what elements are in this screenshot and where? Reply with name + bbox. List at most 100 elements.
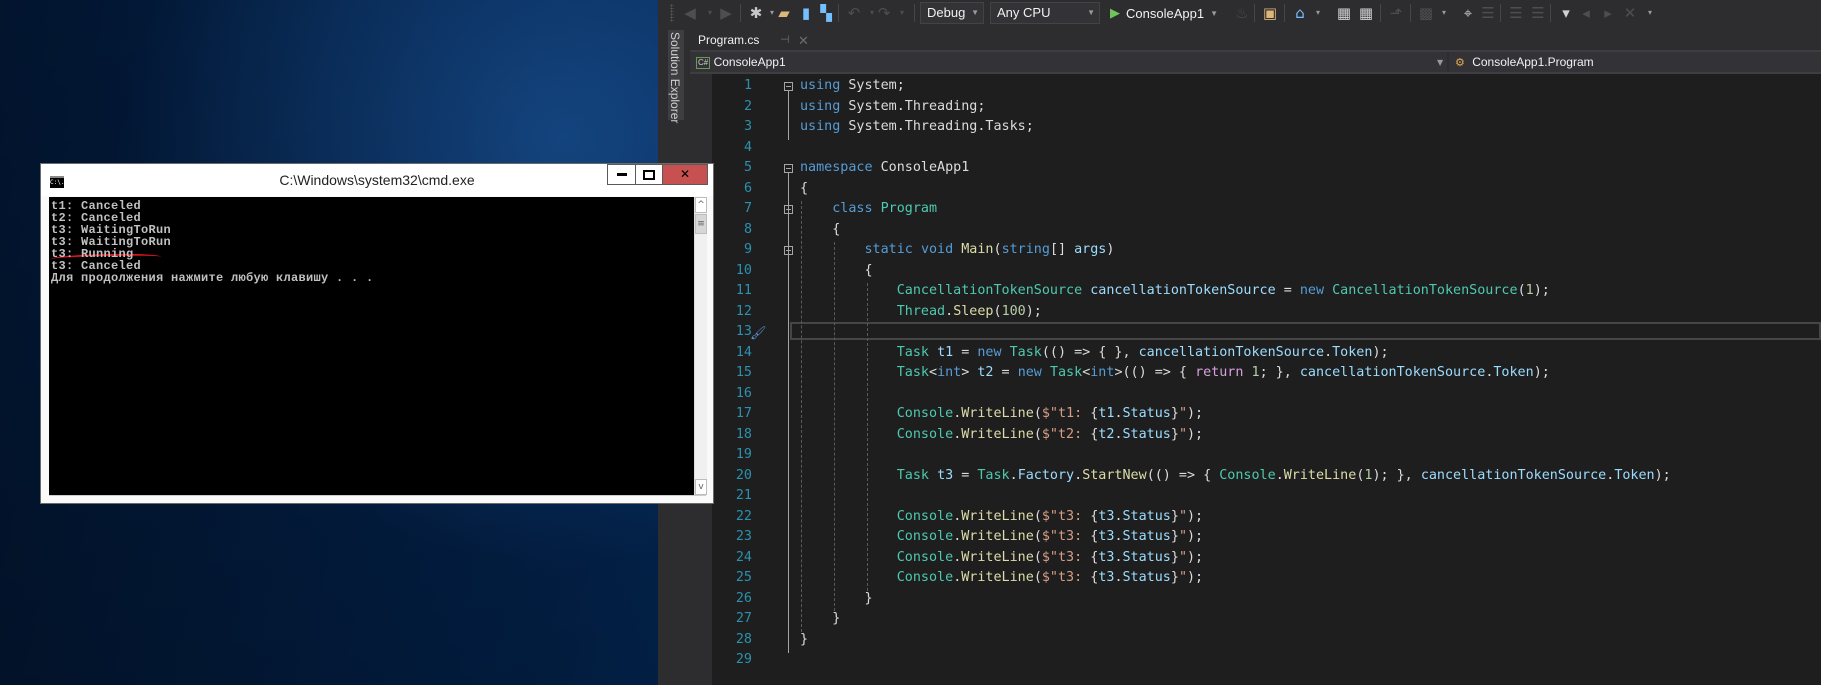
pin-icon[interactable]: ⊣: [780, 30, 790, 51]
code-token: (: [1033, 570, 1042, 585]
scroll-up-icon[interactable]: ^: [695, 197, 707, 213]
code-token: .: [1114, 406, 1123, 421]
code-line[interactable]: 25 Console.WriteLine($"t3: {t3.Status}")…: [712, 568, 1821, 588]
code-line[interactable]: 10 {: [712, 261, 1821, 281]
overflow-icon[interactable]: ▾: [1434, 3, 1454, 23]
save-all-icon[interactable]: ▚: [816, 3, 836, 23]
platform-select[interactable]: Any CPU ▼: [990, 2, 1100, 24]
code-line[interactable]: 4: [712, 138, 1821, 158]
code-token: cancellationTokenSource: [1420, 467, 1607, 483]
code-token: =: [993, 365, 1018, 380]
start-button[interactable]: ▶ ConsoleApp1 ▼: [1110, 2, 1218, 24]
close-icon[interactable]: ✕: [798, 30, 809, 51]
console-output[interactable]: t1: Canceled t2: Canceled t3: WaitingToRun…: [49, 197, 694, 495]
code-line[interactable]: 24 Console.WriteLine($"t3: {t3.Status}")…: [712, 548, 1821, 568]
undo-icon[interactable]: ↶: [844, 3, 864, 23]
code-text: {: [800, 261, 872, 281]
code-line[interactable]: 12 Thread.Sleep(100);: [712, 302, 1821, 322]
code-line[interactable]: 15 Task<int> t2 = new Task<int>(() => { …: [712, 363, 1821, 383]
line-number: 25: [735, 570, 752, 585]
code-line[interactable]: 6{: [712, 179, 1821, 199]
comment-icon[interactable]: ☰: [1478, 3, 1498, 23]
forward-icon[interactable]: ▶: [716, 3, 736, 23]
code-line[interactable]: 28}: [712, 630, 1821, 650]
back-icon[interactable]: ◀: [680, 3, 700, 23]
code-line[interactable]: 2 using System.Threading;: [712, 97, 1821, 117]
code-line[interactable]: 19: [712, 445, 1821, 465]
rebuild-icon[interactable]: ▦: [1356, 3, 1376, 23]
code-line[interactable]: 16: [712, 384, 1821, 404]
scroll-thumb[interactable]: ≡: [695, 214, 707, 234]
platform-value: Any CPU: [997, 5, 1051, 20]
project-dropdown[interactable]: C# ConsoleApp1: [690, 52, 1447, 72]
line-number: 9: [743, 242, 752, 257]
cmd-title-bar[interactable]: C:\. C:\Windows\system32\cmd.exe ✕: [41, 164, 713, 196]
scroll-down-icon[interactable]: v: [695, 479, 707, 495]
code-token: int: [937, 365, 962, 380]
code-text: CancellationTokenSource cancellationToke…: [800, 281, 1550, 301]
clear-bookmarks-icon[interactable]: ✕: [1620, 3, 1640, 23]
quick-actions-icon[interactable]: 🖌: [750, 324, 767, 344]
minimize-button[interactable]: [607, 164, 635, 185]
save-icon[interactable]: ▮: [796, 3, 816, 23]
code-line[interactable]: 7 class Program: [712, 199, 1821, 219]
code-token: );: [1187, 406, 1204, 421]
maximize-button[interactable]: [635, 164, 662, 185]
code-line[interactable]: 18 Console.WriteLine($"t2: {t2.Status}")…: [712, 425, 1821, 445]
collapse-toggle-icon[interactable]: [784, 164, 793, 173]
code-line[interactable]: 26 }: [712, 589, 1821, 609]
overflow-icon[interactable]: ▾: [1640, 3, 1660, 23]
outdent-icon[interactable]: ☰: [1506, 3, 1526, 23]
collapse-toggle-icon[interactable]: [784, 82, 793, 91]
code-line[interactable]: 13 🖌: [712, 322, 1821, 342]
build-icon[interactable]: ▦: [1334, 3, 1354, 23]
code-line[interactable]: 14 Task t1 = new Task(() => { }, cancell…: [712, 343, 1821, 363]
code-line[interactable]: 5 namespace ConsoleApp1: [712, 158, 1821, 178]
code-line[interactable]: 29: [712, 650, 1821, 670]
bookmark-icon[interactable]: ▾: [1556, 3, 1576, 23]
code-line[interactable]: 22 Console.WriteLine($"t3: {t3.Status}")…: [712, 507, 1821, 527]
vertical-scrollbar[interactable]: ^ ≡ v: [694, 197, 707, 495]
code-line[interactable]: 20 Task t3 = Task.Factory.StartNew(() =>…: [712, 466, 1821, 486]
toolbar-separator: [914, 4, 915, 22]
redo-icon[interactable]: ↷: [874, 3, 894, 23]
home-icon[interactable]: ⌂: [1290, 3, 1310, 23]
indent-icon[interactable]: ☰: [1528, 3, 1548, 23]
code-line[interactable]: 1 using System;: [712, 76, 1821, 96]
code-token: Console: [896, 508, 954, 524]
code-token: );: [1372, 344, 1389, 360]
code-line[interactable]: 9 static void Main(string[] args): [712, 240, 1821, 260]
solution-explorer-label[interactable]: Solution Explorer: [668, 32, 682, 123]
tab-program-cs[interactable]: Program.cs ⊣ ✕: [690, 30, 814, 51]
select-icon[interactable]: ⌖: [1458, 3, 1478, 23]
code-line[interactable]: 27 }: [712, 609, 1821, 629]
code-editor[interactable]: 1 using System; 2 using System.Threading; 3 u…: [712, 74, 1821, 685]
structure-guide: [867, 283, 868, 591]
code-line[interactable]: 11 CancellationTokenSource cancellationT…: [712, 281, 1821, 301]
configuration-select[interactable]: Debug ▼: [920, 2, 984, 24]
next-bookmark-icon[interactable]: ▸: [1598, 3, 1618, 23]
line-number: 12: [735, 303, 752, 319]
code-line[interactable]: 21: [712, 486, 1821, 506]
code-line[interactable]: 17 Console.WriteLine($"t1: {t1.Status}")…: [712, 404, 1821, 424]
find-in-files-icon[interactable]: ▣: [1260, 3, 1280, 23]
hot-reload-icon[interactable]: ♨: [1232, 3, 1252, 23]
open-file-icon[interactable]: ▰: [774, 3, 794, 23]
code-line[interactable]: 3 using System.Threading.Tasks;: [712, 117, 1821, 137]
code-line[interactable]: 8 {: [712, 220, 1821, 240]
code-token: .: [1114, 508, 1123, 524]
step-out-icon[interactable]: ⬏: [1386, 3, 1406, 23]
type-dropdown[interactable]: ⚙ ConsoleApp1.Program: [1455, 52, 1594, 73]
prev-bookmark-icon[interactable]: ◂: [1576, 3, 1596, 23]
code-token: (() => {: [1146, 467, 1220, 483]
type-name: ConsoleApp1.Program: [1472, 55, 1594, 69]
breakpoints-icon[interactable]: ▩: [1416, 3, 1436, 23]
toolbar-grip[interactable]: [670, 4, 674, 22]
code-line[interactable]: 23 Console.WriteLine($"t3: {t3.Status}")…: [712, 527, 1821, 547]
close-button[interactable]: ✕: [662, 164, 708, 185]
overflow-icon[interactable]: ▾: [1308, 3, 1328, 23]
redo-dropdown-icon[interactable]: ▾: [892, 3, 912, 23]
code-token: );: [1187, 570, 1204, 585]
chevron-down-icon[interactable]: ▼: [1437, 52, 1443, 74]
